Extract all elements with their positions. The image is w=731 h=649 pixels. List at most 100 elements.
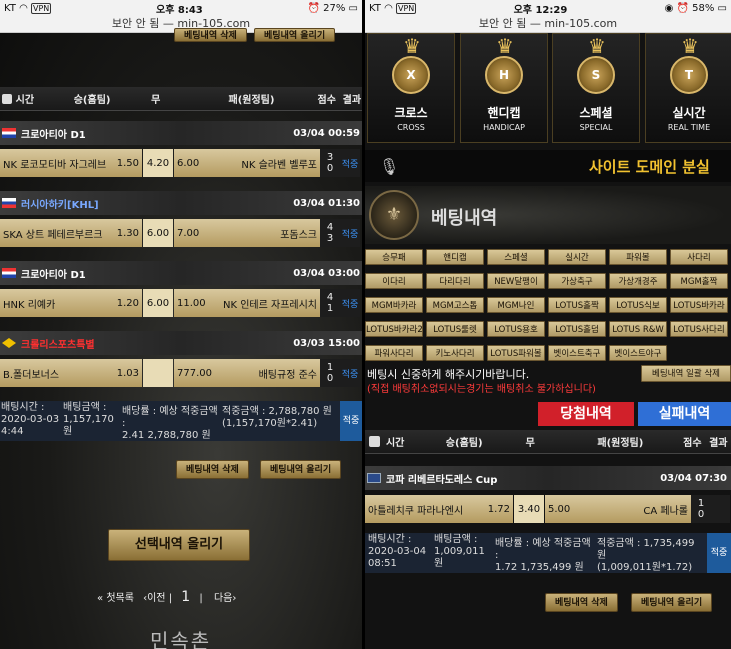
delete-all-history-button[interactable]: 베팅내역 일괄 삭제: [641, 365, 731, 382]
filter-button[interactable]: MGM고스톱: [426, 297, 484, 313]
filter-button[interactable]: 이다리: [365, 273, 423, 289]
filter-button[interactable]: 파워볼: [609, 249, 667, 265]
filter-button[interactable]: LOTUS바카라2: [365, 321, 423, 337]
filter-button[interactable]: NEW달팽이: [487, 273, 545, 289]
filter-button[interactable]: 스페셜: [487, 249, 545, 265]
filter-button[interactable]: 파워사다리: [365, 345, 423, 361]
filter-button[interactable]: MGM홀짝: [670, 273, 728, 289]
bet-amount-label: 배팅금액 :: [63, 402, 107, 413]
crown-icon: ♛: [403, 34, 421, 58]
league-flag-icon: [2, 128, 16, 138]
filter-button[interactable]: 핸디캡: [426, 249, 484, 265]
match-row: SKA 상트 페테르부르크 1.30 6.00 7.00 포돔스크 4 3 적중: [0, 219, 362, 247]
lose-history-tab[interactable]: 실패내역: [638, 402, 731, 426]
draw-pick[interactable]: 6.00: [143, 219, 173, 247]
match-row: B.폴더보너스 1.03 777.00 배팅규정 준수 1 0 적중: [0, 359, 362, 387]
upload-history-button-bottom[interactable]: 베팅내역 올리기: [260, 460, 342, 479]
draw-pick[interactable]: 3.40: [514, 495, 544, 523]
score-home: 4: [326, 222, 334, 233]
filter-button[interactable]: 가상축구: [548, 273, 606, 289]
filter-button[interactable]: 실시간: [548, 249, 606, 265]
filter-button[interactable]: 벳이스트축구: [548, 345, 606, 361]
category-tile-3[interactable]: ♛ T 실시간 REAL TIME: [645, 33, 731, 143]
filter-button[interactable]: LOTUS용호: [487, 321, 545, 337]
home-odds: 1.30: [116, 227, 139, 239]
score-home: 1: [326, 362, 334, 373]
filter-button[interactable]: MGM나인: [487, 297, 545, 313]
delete-history-button[interactable]: 베팅내역 삭제: [545, 593, 618, 612]
home-team: NK 로코모티바 자그레브: [3, 159, 107, 171]
filter-button[interactable]: 승무패: [365, 249, 423, 265]
bet-clock: 4:44: [1, 426, 24, 437]
draw-pick[interactable]: 6.00: [143, 289, 173, 317]
match-score: 1 0: [320, 359, 340, 387]
select-all-checkbox[interactable]: [2, 93, 12, 104]
section-title: 베팅내역: [431, 208, 498, 229]
result-label: 적중: [341, 229, 359, 240]
category-tile-1[interactable]: ♛ H 핸디캡 HANDICAP: [460, 33, 548, 143]
match-date: 03/04 01:30: [293, 197, 360, 209]
expected-amount: 2,788,780 원: [147, 430, 211, 441]
bet-date: 2020-03-04: [368, 546, 427, 557]
next-page-link[interactable]: 다음: [214, 593, 232, 604]
filter-button[interactable]: LOTUS파워볼: [487, 345, 545, 361]
filter-button[interactable]: 키노사다리: [426, 345, 484, 361]
right-screenshot: KT ◠ VPN 오후 12:29 ◉ ⏰ 58% ▭ 보안 안 됨 — min…: [365, 0, 731, 649]
first-page-link[interactable]: 첫목록: [106, 593, 134, 604]
filter-button[interactable]: 다리다리: [426, 273, 484, 289]
filter-button[interactable]: LOTUS식보: [609, 297, 667, 313]
home-pick[interactable]: B.폴더보너스 1.03: [0, 359, 142, 387]
draw-odds: 4.20: [146, 157, 170, 169]
home-pick[interactable]: SKA 상트 페테르부르크 1.30: [0, 219, 142, 247]
win-history-tab[interactable]: 당첨내역: [538, 402, 634, 426]
delete-history-button-bottom[interactable]: 베팅내역 삭제: [176, 460, 249, 479]
select-all-checkbox[interactable]: [369, 436, 380, 447]
col-time: 시간: [15, 95, 35, 106]
prev-page-link[interactable]: 이전: [147, 593, 165, 604]
url-bar[interactable]: 보안 안 됨 — min-105.com: [365, 16, 731, 33]
category-tile-2[interactable]: ♛ S 스페셜 SPECIAL: [552, 33, 640, 143]
away-pick[interactable]: 6.00 NK 슬라벤 벨루포: [174, 149, 320, 177]
away-pick[interactable]: 7.00 포돔스크: [174, 219, 320, 247]
table-header: 시간 승(홈팀) 무 패(원정팀) 점수 결과: [0, 87, 362, 111]
match-score: 1 0: [691, 495, 711, 523]
col-home: 승(홈팀): [445, 438, 483, 449]
home-pick[interactable]: HNK 리예카 1.20: [0, 289, 142, 317]
match-result: [711, 495, 730, 523]
delete-history-button[interactable]: 베팅내역 삭제: [174, 28, 247, 42]
draw-pick[interactable]: 4.20: [143, 149, 173, 177]
home-pick[interactable]: NK 로코모티바 자그레브 1.50: [0, 149, 142, 177]
filter-button[interactable]: LOTUS바카라: [670, 297, 728, 313]
score-away: 3: [326, 233, 334, 244]
col-result: 결과: [709, 438, 728, 449]
filter-button[interactable]: 벳이스트야구: [609, 345, 667, 361]
filter-button[interactable]: LOTUS룰렛: [426, 321, 484, 337]
filter-button[interactable]: 가상개경주: [609, 273, 667, 289]
filter-button[interactable]: LOTUS R&W: [609, 321, 667, 337]
current-page[interactable]: 1: [181, 589, 190, 605]
alarm-icon: ⏰: [307, 2, 320, 14]
clock: 오후 12:29: [513, 4, 568, 16]
status-bar: KT ◠ VPN 오후 8:43 ⏰ 27% ▭: [0, 0, 362, 16]
category-tile-0[interactable]: ♛ X 크로스 CROSS: [367, 33, 455, 143]
away-pick[interactable]: 777.00 배팅규정 준수: [174, 359, 320, 387]
crown-icon: ♛: [496, 34, 514, 58]
odds-value: 2.41: [122, 430, 145, 441]
filter-button[interactable]: LOTUS홀덤: [548, 321, 606, 337]
upload-selected-button[interactable]: 선택내역 올리기: [108, 529, 250, 561]
bet-summary: 배팅시간 : 2020-03-03 4:44 배팅금액 : 1,157,170 …: [0, 401, 362, 441]
filter-button[interactable]: 사다리: [670, 249, 728, 265]
filter-button[interactable]: MGM바카라: [365, 297, 423, 313]
status-bar: KT ◠ VPN 오후 12:29 ◉ ⏰ 58% ▭: [365, 0, 731, 16]
upload-history-button[interactable]: 베팅내역 올리기: [631, 593, 713, 612]
home-pick[interactable]: 아틀레치쿠 파라나엔시 1.72: [365, 495, 513, 523]
upload-history-button[interactable]: 베팅내역 올리기: [254, 28, 336, 42]
draw-pick[interactable]: [143, 359, 173, 387]
filter-button[interactable]: LOTUS사다리: [670, 321, 728, 337]
filter-button[interactable]: LOTUS홀짝: [548, 297, 606, 313]
banner-text: 사이트 도메인 분실: [589, 157, 710, 176]
away-pick[interactable]: 5.00 CA 페나롤: [545, 495, 691, 523]
notice-warning: (직접 배팅취소없되시는경기는 배팅취소 불가하십니다): [367, 384, 596, 395]
col-away: 패(원정팀): [597, 438, 644, 449]
away-pick[interactable]: 11.00 NK 인테르 자프레시치: [174, 289, 320, 317]
